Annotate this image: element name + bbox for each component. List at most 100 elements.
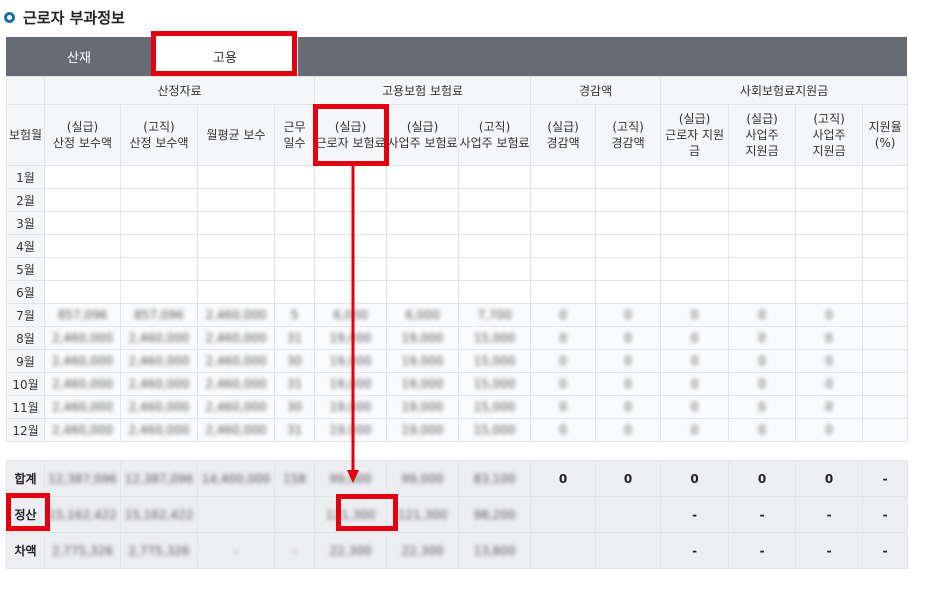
cell-value: 99,000 (401, 471, 444, 486)
cell-value: 2,460,000 (205, 331, 267, 345)
table-cell: 0 (728, 418, 797, 442)
cell-value: 6,000 (405, 308, 440, 322)
table-cell: 31 (273, 372, 316, 396)
col-reduction-actual: (실급) 경감액 (530, 104, 597, 166)
cell-value: 2,460,000 (51, 400, 114, 414)
table-cell (728, 188, 797, 212)
table-cell (314, 257, 388, 281)
table-cell: 2,775,326 (120, 532, 198, 569)
table-cell (862, 395, 909, 419)
table-cell (458, 188, 532, 212)
tab-goyong[interactable]: 고용 (152, 37, 298, 76)
table-cell (660, 211, 730, 235)
table-cell: 2,460,000 (44, 372, 121, 396)
table-cell (273, 165, 316, 189)
tab-bar: 산재 고용 (6, 37, 907, 76)
table-cell: 0 (595, 326, 662, 350)
cell-value: - (882, 507, 888, 522)
table-body: 1월 2월 3월 4월 5월 6월 7월 857,096 857,096 2,460,000 5 6,… (6, 165, 909, 569)
table-cell: 857,096 (44, 303, 121, 327)
table-cell: 2,460,000 (197, 303, 275, 327)
table-cell (273, 257, 316, 281)
table-cell: 0 (795, 303, 864, 327)
table-cell: 0 (728, 372, 797, 396)
table-cell (314, 280, 388, 304)
table-cell: 0 (795, 395, 864, 419)
table-row: 4월 (6, 234, 909, 258)
cell-value: 19,000 (329, 377, 372, 391)
table-cell: - (862, 532, 909, 569)
cell-value: 7,700 (477, 308, 512, 322)
table-cell: - (660, 532, 730, 569)
table-cell (273, 234, 316, 258)
table-cell: 0 (660, 395, 730, 419)
table-cell: 0 (595, 372, 662, 396)
insurance-table: 산정자료 고용보험 보험료 경감액 사회보험료지원금 보험월 (실급) 산정 보… (6, 76, 909, 569)
table-cell: 15,162,422 (120, 496, 198, 533)
table-cell (862, 188, 909, 212)
cell-value: 2,460,000 (128, 423, 190, 437)
table-cell (386, 280, 460, 304)
table-cell: 0 (660, 303, 730, 327)
table-cell: 2,460,000 (44, 326, 121, 350)
table-row: 8월 2,460,000 2,460,000 2,460,000 31 19,000 19,… (6, 326, 909, 350)
cell-value: 30 (286, 354, 303, 368)
cell-value: 22,300 (329, 543, 372, 558)
table-cell: - (795, 496, 864, 533)
col-reduction-assessed: (고직) 경감액 (595, 104, 662, 166)
tab-sanjae[interactable]: 산재 (6, 37, 152, 76)
cell-value: 15,000 (473, 331, 516, 345)
table-cell: 158 (273, 460, 316, 497)
cell-value: 0 (758, 377, 766, 391)
cell-value: 0 (825, 423, 833, 437)
cell-value: - (292, 543, 297, 558)
cell-value: 0 (690, 331, 699, 345)
table-cell: 19,000 (386, 418, 460, 442)
cell-value: 0 (559, 377, 567, 391)
row-label: 2월 (6, 188, 45, 212)
table-cell: 30 (273, 349, 316, 373)
table-cell (386, 257, 460, 281)
table-cell: 19,000 (386, 372, 460, 396)
cell-value: 0 (825, 331, 833, 345)
table-cell: - (660, 496, 730, 533)
section-title: 근로자 부과정보 (23, 8, 125, 27)
table-cell: 15,000 (458, 395, 532, 419)
group-premium: 고용보험 보험료 (314, 76, 532, 105)
row-label: 12월 (6, 418, 45, 442)
cell-value: 2,775,326 (51, 543, 114, 558)
table-row: 1월 (6, 165, 909, 189)
col-actual-pay: (실급) 산정 보수액 (44, 104, 121, 166)
table-cell: 0 (595, 460, 662, 497)
cell-value: 0 (758, 400, 766, 414)
table-cell (197, 165, 275, 189)
table-cell: 6,000 (386, 303, 460, 327)
spacer-row (6, 441, 908, 461)
table-cell: 99,000 (314, 460, 388, 497)
table-cell (795, 211, 864, 235)
cell-value: 0 (690, 471, 699, 486)
cell-value: 98,200 (473, 507, 516, 522)
cell-value: 15,000 (473, 377, 516, 391)
col-avg-pay: 월평균 보수 (197, 104, 275, 166)
table-row: 6월 (6, 280, 909, 304)
table-cell: 5 (273, 303, 316, 327)
table-cell: 0 (728, 395, 797, 419)
cell-value: - (826, 507, 832, 522)
table-cell: - (728, 496, 797, 533)
col-assessed-pay: (고직) 산정 보수액 (120, 104, 198, 166)
cell-value: - (882, 471, 888, 486)
table-cell (660, 257, 730, 281)
table-cell (197, 280, 275, 304)
cell-value: 15,162,422 (48, 507, 117, 522)
row-label: 정산 (6, 496, 45, 533)
table-cell: 2,775,326 (44, 532, 121, 569)
cell-value: 15,000 (473, 400, 516, 414)
table-cell: 15,000 (458, 418, 532, 442)
col-support-rate: 지원율 (%) (862, 104, 909, 166)
table-cell (862, 211, 909, 235)
table-cell (197, 188, 275, 212)
table-cell: 0 (728, 349, 797, 373)
table-cell (595, 532, 662, 569)
cell-value: 0 (623, 471, 633, 486)
